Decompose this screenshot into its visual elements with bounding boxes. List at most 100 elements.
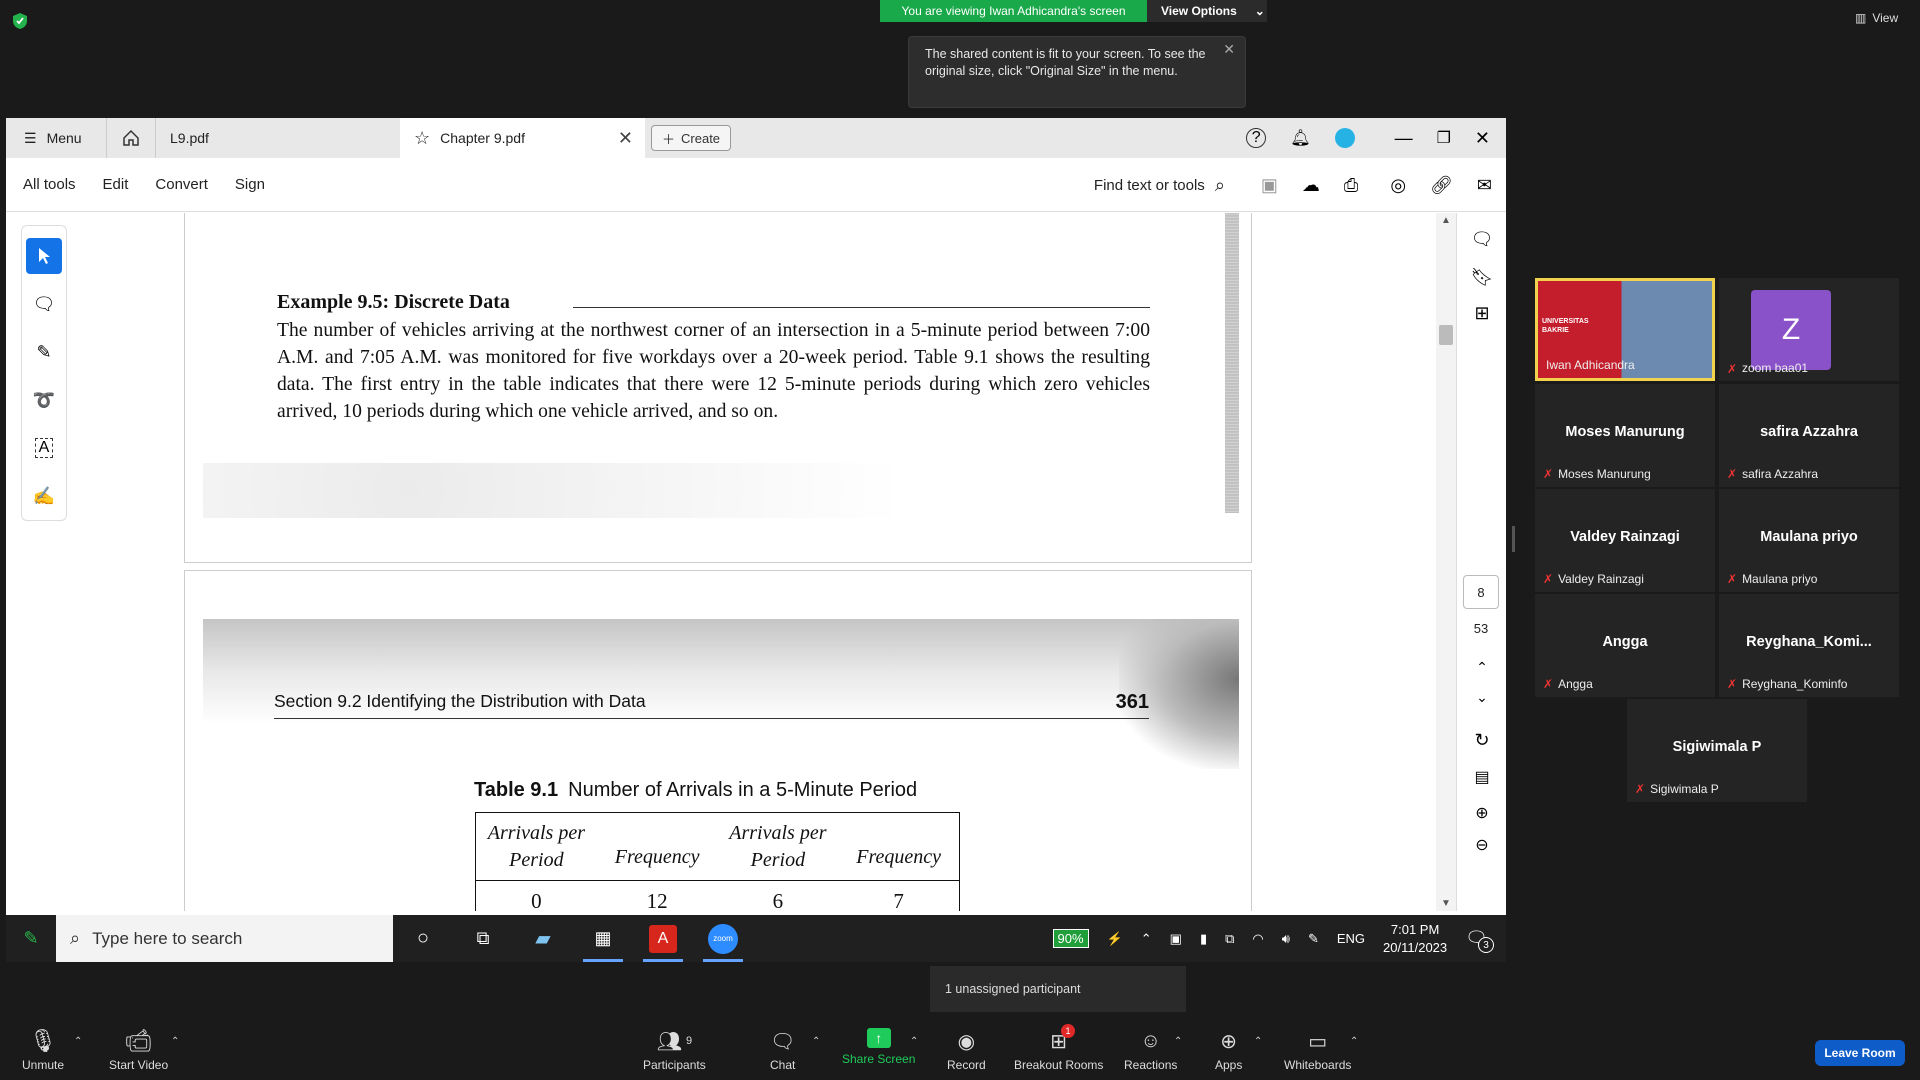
- taskbar-app-notes[interactable]: ▰: [513, 915, 573, 962]
- menu-convert[interactable]: Convert: [155, 176, 208, 193]
- participant-tile[interactable]: safira Azzahra ✗ safira Azzahra: [1719, 384, 1899, 487]
- menu-button[interactable]: ☰ Menu: [6, 130, 106, 147]
- participant-tile[interactable]: Moses Manurung ✗ Moses Manurung: [1535, 384, 1715, 487]
- scroll-up-icon[interactable]: ▲: [1441, 215, 1451, 226]
- thumbnails-icon[interactable]: ⊞: [1470, 301, 1494, 325]
- menu-edit[interactable]: Edit: [103, 176, 129, 193]
- unmute-label: Unmute: [22, 1058, 65, 1072]
- page-fit-icon[interactable]: ▤: [1470, 765, 1494, 789]
- menu-all-tools[interactable]: All tools: [23, 176, 76, 193]
- tab-chapter-9[interactable]: ☆ Chapter 9.pdf ✕: [400, 118, 645, 158]
- help-icon[interactable]: ?: [1246, 128, 1267, 148]
- participant-tile[interactable]: Reyghana_Komi... ✗ Reyghana_Kominfo: [1719, 594, 1899, 697]
- task-view-button[interactable]: ⧉: [453, 915, 513, 962]
- next-page-icon[interactable]: ⌄: [1470, 685, 1494, 709]
- select-tool[interactable]: [26, 238, 62, 274]
- taskbar-search[interactable]: ⌕ Type here to search: [56, 915, 393, 962]
- video-options-caret-icon[interactable]: ⌃: [171, 1036, 179, 1047]
- usb-icon[interactable]: ▮: [1200, 931, 1207, 947]
- text-recognition-tool[interactable]: A: [26, 430, 62, 466]
- participant-tile[interactable]: Valdey Rainzagi ✗ Valdey Rainzagi: [1535, 489, 1715, 592]
- share-screen-button[interactable]: ↑ Share Screen: [842, 1028, 915, 1066]
- vertical-scrollbar[interactable]: ▲ ▼: [1436, 213, 1456, 911]
- menu-sign[interactable]: Sign: [235, 176, 265, 193]
- audio-options-caret-icon[interactable]: ⌃: [74, 1036, 82, 1047]
- apps-button[interactable]: ⊕ Apps: [1215, 1028, 1243, 1073]
- apps-label: Apps: [1215, 1058, 1243, 1072]
- comments-icon[interactable]: 🗨︎: [1470, 227, 1494, 251]
- apps-caret-icon[interactable]: ⌃: [1254, 1036, 1262, 1047]
- pen-tray-icon[interactable]: ✎: [1308, 931, 1319, 947]
- unmute-button[interactable]: 🎙︎ Unmute: [22, 1028, 64, 1072]
- minimize-icon[interactable]: —: [1395, 128, 1413, 149]
- zoom-out-icon[interactable]: ⊖: [1470, 833, 1494, 857]
- start-button[interactable]: ✎: [6, 915, 56, 962]
- participant-tile[interactable]: Z ✗ zoom baa01: [1719, 278, 1899, 381]
- cortana-button[interactable]: ○: [393, 915, 453, 962]
- screen-share-icon[interactable]: ⧉: [1225, 931, 1234, 947]
- tray-chevron-icon[interactable]: ⌃: [1141, 931, 1152, 947]
- draw-tool[interactable]: ➰: [26, 382, 62, 418]
- plus-icon: ＋: [662, 131, 676, 147]
- star-icon[interactable]: ☆: [414, 128, 430, 149]
- participant-tile[interactable]: Maulana priyo ✗ Maulana priyo: [1719, 489, 1899, 592]
- start-video-button[interactable]: 📹︎ Start Video: [109, 1028, 168, 1072]
- highlight-tool[interactable]: ✎: [26, 334, 62, 370]
- participant-tile[interactable]: Angga ✗ Angga: [1535, 594, 1715, 697]
- scroll-down-icon[interactable]: ▼: [1441, 898, 1451, 909]
- security-shield-icon[interactable]: [12, 12, 28, 30]
- sign-tool[interactable]: ✍: [26, 478, 62, 514]
- reactions-caret-icon[interactable]: ⌃: [1174, 1036, 1182, 1047]
- account-avatar[interactable]: [1334, 128, 1355, 148]
- save-icon[interactable]: ▣: [1261, 175, 1278, 196]
- taskbar-clock[interactable]: 7:01 PM 20/11/2023: [1383, 921, 1447, 957]
- taskbar-app-whiteboard[interactable]: ▦: [573, 915, 633, 962]
- participant-tile-video[interactable]: UNIVERSITAS BAKRIE Iwan Adhicandra: [1535, 278, 1715, 381]
- view-button[interactable]: ▥ View: [1855, 8, 1915, 28]
- share-people-icon[interactable]: ◎: [1390, 175, 1406, 196]
- whiteboards-caret-icon[interactable]: ⌃: [1350, 1036, 1358, 1047]
- view-options-button[interactable]: View Options ⌄: [1147, 0, 1267, 22]
- record-button[interactable]: ◉ Record: [947, 1028, 986, 1073]
- meet-now-icon[interactable]: ▣: [1170, 931, 1182, 947]
- chat-options-caret-icon[interactable]: ⌃: [812, 1036, 820, 1047]
- email-icon[interactable]: ✉: [1477, 175, 1492, 196]
- bookmark-icon[interactable]: 🔖︎: [1470, 265, 1494, 289]
- upload-cloud-icon[interactable]: ☁: [1302, 175, 1320, 196]
- leave-room-button[interactable]: Leave Room: [1815, 1040, 1905, 1066]
- participant-tile[interactable]: Sigiwimala P ✗ Sigiwimala P: [1627, 699, 1807, 802]
- restore-icon[interactable]: ❐: [1437, 128, 1451, 148]
- tab-l9[interactable]: L9.pdf: [156, 130, 400, 146]
- close-icon[interactable]: ✕: [618, 128, 633, 149]
- zoom-in-icon[interactable]: ⊕: [1470, 801, 1494, 825]
- share-options-caret-icon[interactable]: ⌃: [910, 1036, 918, 1047]
- window-close-icon[interactable]: ✕: [1475, 128, 1490, 149]
- language-indicator[interactable]: ENG: [1337, 931, 1365, 946]
- wifi-icon[interactable]: ◠: [1252, 931, 1263, 947]
- print-icon[interactable]: ⎙: [1344, 175, 1358, 196]
- current-page-input[interactable]: 8: [1463, 575, 1499, 609]
- volume-icon[interactable]: 🔊︎: [1282, 931, 1290, 947]
- link-icon[interactable]: 🔗︎: [1430, 175, 1453, 196]
- document-viewport[interactable]: 🗨︎ ✎ ➰ A ✍ Example 9.5: Discrete Data Th…: [6, 213, 1436, 911]
- notification-center[interactable]: 🗨︎ 3: [1465, 928, 1494, 953]
- reactions-button[interactable]: ☺ Reactions: [1124, 1028, 1177, 1073]
- scrollbar-thumb[interactable]: [1439, 325, 1453, 345]
- create-button[interactable]: ＋ Create: [651, 125, 732, 151]
- taskbar-app-acrobat[interactable]: A: [633, 915, 693, 962]
- rotate-icon[interactable]: ↻: [1470, 728, 1494, 752]
- home-button[interactable]: [106, 118, 156, 158]
- bell-icon[interactable]: 🔔︎: [1290, 128, 1310, 148]
- find-text-button[interactable]: Find text or tools ⌕: [1094, 175, 1225, 196]
- panel-splitter[interactable]: [1512, 526, 1515, 552]
- breakout-rooms-button[interactable]: ⊞ 1 Breakout Rooms: [1014, 1024, 1103, 1072]
- taskbar-app-zoom[interactable]: zoom: [693, 915, 753, 962]
- battery-indicator[interactable]: 90%: [1052, 929, 1089, 948]
- participants-button[interactable]: 👥︎ 9 Participants: [643, 1028, 706, 1073]
- participant-name: zoom baa01: [1742, 361, 1809, 375]
- chat-button[interactable]: 🗨︎ Chat: [770, 1028, 795, 1073]
- close-icon[interactable]: ✕: [1223, 41, 1235, 58]
- previous-page-icon[interactable]: ⌃: [1470, 655, 1494, 679]
- comment-tool[interactable]: 🗨︎: [26, 286, 62, 322]
- whiteboards-button[interactable]: ▭ Whiteboards: [1284, 1028, 1351, 1073]
